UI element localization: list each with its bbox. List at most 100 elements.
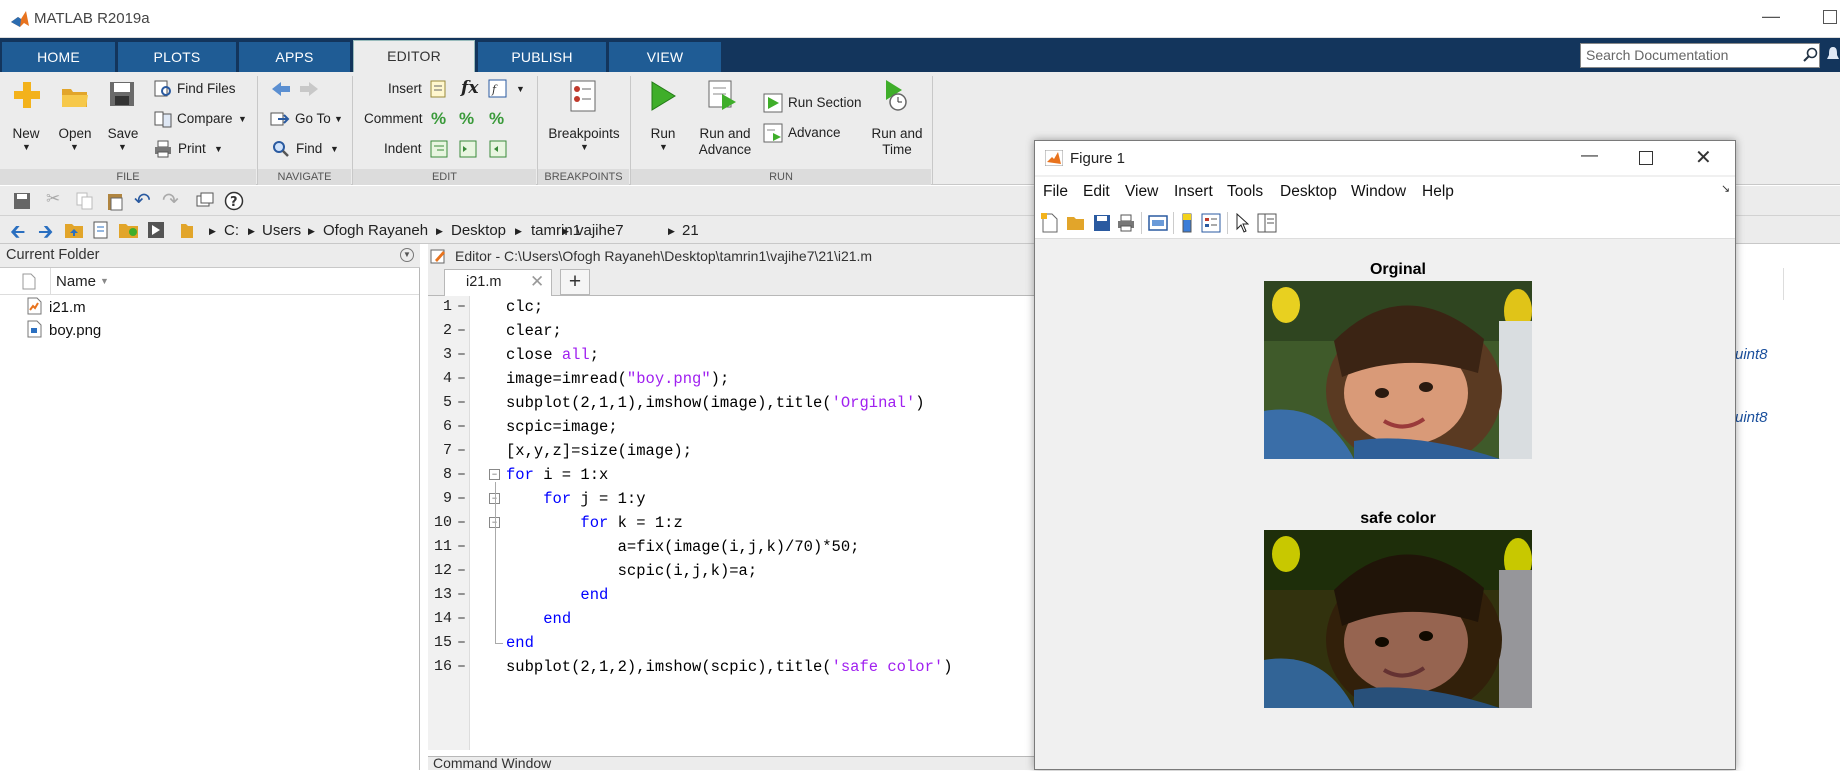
figure-menu-insert[interactable]: Insert (1174, 183, 1213, 201)
code-line[interactable]: image=imread("boy.png"); (506, 370, 729, 388)
tab-plots[interactable]: PLOTS (118, 42, 236, 72)
forward-arrow-icon[interactable] (298, 80, 320, 98)
run-button[interactable]: Run (643, 126, 683, 141)
link-plot-icon[interactable] (1148, 214, 1168, 232)
colorbar-icon[interactable] (1181, 213, 1193, 233)
tab-home[interactable]: HOME (2, 42, 115, 72)
tab-publish[interactable]: PUBLISH (478, 42, 606, 72)
code-line[interactable]: for j = 1:y (506, 490, 645, 508)
breakpoint-marker-icon[interactable]: – (457, 514, 466, 531)
close-tab-icon[interactable]: ✕ (530, 272, 544, 292)
edit-plot-pointer-icon[interactable] (1235, 213, 1249, 233)
insert-function-icon[interactable]: f (488, 79, 508, 99)
go-to-button[interactable]: Go To (295, 111, 331, 126)
insert-section-icon[interactable] (430, 80, 448, 98)
search-documentation-input[interactable]: Search Documentation (1580, 43, 1820, 68)
new-tab-plus-icon[interactable]: + (560, 269, 590, 295)
run-and-advance-button[interactable]: Run and Advance (690, 126, 760, 158)
cut-icon[interactable]: ✂ (46, 189, 60, 209)
run-and-time-button[interactable]: Run and Time (862, 126, 932, 158)
find-files-button[interactable]: Find Files (177, 81, 236, 96)
wrap-comments-icon[interactable]: % (489, 109, 504, 129)
run-dropdown-icon[interactable]: ▼ (659, 142, 668, 152)
minimize-icon[interactable]: — (1762, 6, 1780, 27)
code-line[interactable]: end (506, 610, 571, 628)
fx-icon[interactable]: fx (461, 78, 478, 98)
menu-dock-icon[interactable]: ↘ (1721, 182, 1730, 195)
code-line[interactable]: close all; (506, 346, 599, 364)
redo-icon[interactable]: ↷ (162, 188, 179, 213)
undo-icon[interactable]: ↶ (134, 188, 151, 213)
uncomment-icon[interactable]: % (459, 109, 474, 129)
save-button[interactable]: Save (103, 126, 143, 141)
switch-windows-icon[interactable] (196, 192, 214, 210)
breakpoint-marker-icon[interactable]: – (457, 322, 466, 339)
code-line[interactable]: [x,y,z]=size(image); (506, 442, 692, 460)
figure-menu-desktop[interactable]: Desktop (1280, 183, 1337, 201)
compare-dropdown-icon[interactable]: ▼ (238, 114, 247, 124)
print-figure-icon[interactable] (1117, 214, 1135, 232)
breakpoint-marker-icon[interactable]: – (457, 562, 466, 579)
paste-icon[interactable] (106, 191, 124, 211)
qat-save-icon[interactable] (13, 192, 31, 210)
breadcrumb-ofogh-rayaneh[interactable]: Ofogh Rayaneh (323, 222, 428, 239)
figure-menu-view[interactable]: View (1125, 183, 1158, 201)
breakpoints-dropdown-icon[interactable]: ▼ (580, 142, 589, 152)
tab-view[interactable]: VIEW (609, 42, 721, 72)
breadcrumb-c[interactable]: C: (224, 222, 239, 239)
breakpoint-marker-icon[interactable]: – (457, 634, 466, 651)
copy-icon[interactable] (76, 192, 94, 210)
figure-minimize-icon[interactable]: — (1581, 145, 1598, 165)
folder-history-icon[interactable] (118, 221, 140, 239)
panel-menu-icon[interactable]: ▼ (400, 248, 414, 262)
print-dropdown-icon[interactable]: ▼ (214, 144, 223, 154)
insert-dropdown-icon[interactable]: ▼ (516, 84, 525, 94)
file-item-boy-png[interactable]: boy.png (49, 322, 101, 339)
print-button[interactable]: Print (178, 141, 206, 156)
code-line[interactable]: scpic=image; (506, 418, 618, 436)
code-line[interactable]: a=fix(image(i,j,k)/70)*50; (506, 538, 860, 556)
code-line[interactable]: clear; (506, 322, 562, 340)
figure-menu-file[interactable]: File (1043, 183, 1068, 201)
tab-editor[interactable]: EDITOR (353, 40, 475, 72)
smart-indent-icon[interactable] (430, 140, 448, 158)
breakpoint-marker-icon[interactable]: – (457, 298, 466, 315)
breakpoint-marker-icon[interactable]: – (457, 490, 466, 507)
figure-menu-tools[interactable]: Tools (1227, 183, 1263, 201)
breadcrumb-desktop[interactable]: Desktop (451, 222, 506, 239)
breakpoint-marker-icon[interactable]: – (457, 586, 466, 603)
figure-menu-help[interactable]: Help (1422, 183, 1454, 201)
help-icon[interactable]: ? (224, 191, 244, 211)
breadcrumb-vajihe7[interactable]: vajihe7 (576, 222, 624, 239)
new-figure-icon[interactable] (1041, 213, 1059, 233)
advance-button[interactable]: Advance (788, 125, 841, 140)
breakpoint-marker-icon[interactable]: – (457, 538, 466, 555)
new-button[interactable]: New (6, 126, 46, 141)
find-dropdown-icon[interactable]: ▼ (330, 144, 339, 154)
breakpoint-marker-icon[interactable]: – (457, 610, 466, 627)
save-figure-icon[interactable] (1093, 214, 1111, 232)
breadcrumb-users[interactable]: Users (262, 222, 301, 239)
open-button[interactable]: Open (55, 126, 95, 141)
code-line[interactable]: subplot(2,1,2),imshow(scpic),title('safe… (506, 658, 953, 676)
breakpoints-button[interactable]: Breakpoints (544, 126, 624, 141)
file-item-i21[interactable]: i21.m (49, 299, 86, 316)
insert-button[interactable]: Insert (388, 81, 422, 96)
breakpoint-marker-icon[interactable]: – (457, 466, 466, 483)
comment-percent-icon[interactable]: % (431, 109, 446, 129)
breakpoint-marker-icon[interactable]: – (457, 370, 466, 387)
code-line[interactable]: for k = 1:z (506, 514, 682, 532)
new-dropdown-icon[interactable]: ▼ (22, 142, 31, 152)
up-folder-icon[interactable] (64, 221, 84, 239)
open-dropdown-icon[interactable]: ▼ (70, 142, 79, 152)
back-arrow-icon[interactable] (270, 80, 292, 98)
browse-folder-icon[interactable] (92, 221, 110, 239)
code-line[interactable]: for i = 1:x (506, 466, 608, 484)
figure-close-icon[interactable]: ✕ (1695, 145, 1712, 170)
breadcrumb-tamrin1[interactable]: tamrin1 (531, 222, 581, 239)
compare-button[interactable]: Compare (177, 111, 233, 126)
editor-tab-i21[interactable]: i21.m ✕ (444, 269, 552, 296)
breakpoint-marker-icon[interactable]: – (457, 346, 466, 363)
open-file-icon[interactable] (1066, 214, 1086, 232)
figure-menu-edit[interactable]: Edit (1083, 183, 1110, 201)
